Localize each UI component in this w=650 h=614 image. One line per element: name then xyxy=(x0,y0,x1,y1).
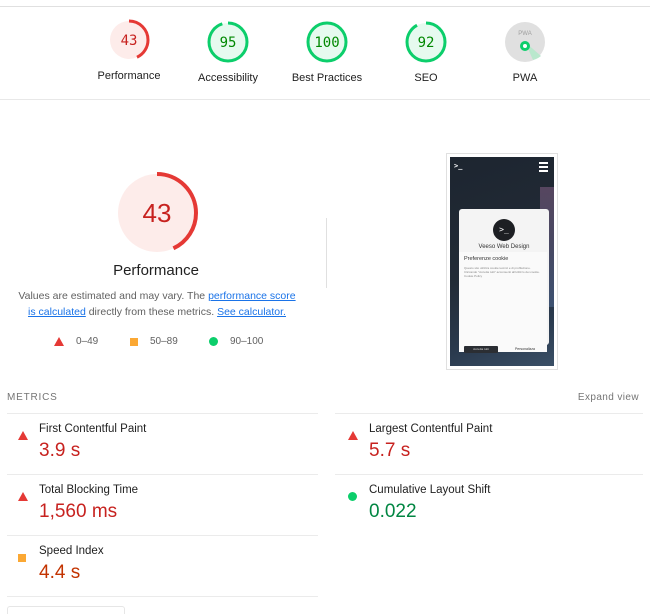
vertical-divider xyxy=(326,218,327,288)
top-divider xyxy=(0,6,650,7)
screenshot-content: >_ >_ Veeso Web Design Christian Visinti… xyxy=(450,157,554,366)
legend-range: 0–49 xyxy=(76,336,99,347)
gauge-label: Accessibility xyxy=(198,72,258,84)
metric-divider xyxy=(7,474,318,475)
square-icon xyxy=(18,549,26,567)
performance-description: Values are estimated and may vary. The p… xyxy=(14,288,300,320)
gauge-accessibility[interactable]: 95 Accessibility xyxy=(173,18,283,84)
cookie-banner: Preferenze cookie Questo sito utilizza c… xyxy=(459,252,547,353)
site-title: Veeso Web Design xyxy=(478,244,530,250)
legend-range: 50–89 xyxy=(150,336,178,347)
hamburger-menu-icon xyxy=(539,162,548,174)
performance-score: 43 xyxy=(143,198,172,228)
legend-fail: 0–49 xyxy=(54,336,98,347)
metric-name: Speed Index xyxy=(39,545,104,557)
desc-text: Values are estimated and may vary. The xyxy=(18,290,209,302)
metric-value: 5.7 s xyxy=(369,440,411,461)
metric-largest-contentful-paint: Largest Contentful Paint 5.7 s xyxy=(337,418,637,478)
metric-value: 0.022 xyxy=(369,501,417,522)
svg-text:PWA: PWA xyxy=(518,31,531,37)
metric-name: Cumulative Layout Shift xyxy=(369,484,491,496)
gauge-ring: 92 xyxy=(405,21,447,63)
metric-value: 1,560 ms xyxy=(39,501,118,522)
triangle-icon xyxy=(18,427,28,445)
performance-gauge-large: 43 xyxy=(116,172,198,254)
gauge-score: 43 xyxy=(121,33,138,49)
gauge-pwa[interactable]: PWA PWA xyxy=(470,18,580,84)
gauge-ring: 100 xyxy=(306,21,348,63)
legend-pass: 90–100 xyxy=(209,336,263,347)
expand-view-toggle[interactable]: Expand view xyxy=(578,392,639,403)
final-screenshot[interactable]: >_ >_ Veeso Web Design Christian Visinti… xyxy=(446,153,558,370)
legend-average: 50–89 xyxy=(130,336,178,347)
metric-divider xyxy=(335,474,643,475)
metric-first-contentful-paint: First Contentful Paint 3.9 s xyxy=(7,418,307,478)
terminal-logo-icon: >_ xyxy=(493,219,515,241)
metric-divider xyxy=(7,596,318,597)
metric-name: First Contentful Paint xyxy=(39,423,147,435)
gauge-seo[interactable]: 92 SEO xyxy=(371,18,481,84)
metric-speed-index: Speed Index 4.4 s xyxy=(7,540,307,600)
performance-title: Performance xyxy=(113,262,199,279)
gauge-ring: 43 xyxy=(108,19,150,61)
metric-value: 4.4 s xyxy=(39,562,81,583)
metric-name: Largest Contentful Paint xyxy=(369,423,493,435)
metric-divider xyxy=(7,535,318,536)
view-treemap-button[interactable] xyxy=(7,606,125,614)
square-icon xyxy=(130,337,138,346)
gauge-label: Best Practices xyxy=(291,72,363,84)
cookie-customize-button: Personalizza xyxy=(514,347,536,351)
gauges-divider xyxy=(0,99,650,100)
desc-text: directly from these metrics. xyxy=(85,306,218,318)
gauge-score: 92 xyxy=(418,35,435,51)
cookie-title: Preferenze cookie xyxy=(464,256,509,262)
gauge-ring: 95 xyxy=(207,21,249,63)
site-logo-icon: >_ xyxy=(454,162,463,170)
gauge-label: Performance xyxy=(97,70,161,82)
circle-icon xyxy=(348,488,357,506)
metric-divider xyxy=(7,413,318,414)
gauge-label: PWA xyxy=(512,72,538,84)
triangle-icon xyxy=(348,427,358,445)
triangle-icon xyxy=(54,337,64,346)
legend-range: 90–100 xyxy=(230,336,264,347)
cookie-accept-button: Accetta tutti xyxy=(464,346,498,353)
category-gauges: 43 Performance 95 Accessibility 100 Best… xyxy=(0,18,650,98)
metric-total-blocking-time: Total Blocking Time 1,560 ms xyxy=(7,479,307,539)
see-calculator-link[interactable]: See calculator. xyxy=(217,306,286,318)
gauge-score: 95 xyxy=(220,35,237,51)
pwa-badge-icon: PWA xyxy=(505,22,545,62)
gauge-label: SEO xyxy=(414,72,438,84)
gauge-score: 100 xyxy=(314,35,339,51)
metric-divider xyxy=(335,413,643,414)
gauge-best-practices[interactable]: 100 Best Practices xyxy=(272,18,382,84)
score-legend: 0–49 50–89 90–100 xyxy=(0,336,320,350)
metrics-heading: METRICS xyxy=(7,392,58,403)
circle-icon xyxy=(209,337,218,346)
metric-cumulative-layout-shift: Cumulative Layout Shift 0.022 xyxy=(337,479,637,539)
metric-name: Total Blocking Time xyxy=(39,484,139,496)
triangle-icon xyxy=(18,488,28,506)
metric-value: 3.9 s xyxy=(39,440,81,461)
gauge-performance[interactable]: 43 Performance xyxy=(74,18,184,82)
cookie-body: Questo sito utilizza cookie tecnici e di… xyxy=(464,266,540,278)
